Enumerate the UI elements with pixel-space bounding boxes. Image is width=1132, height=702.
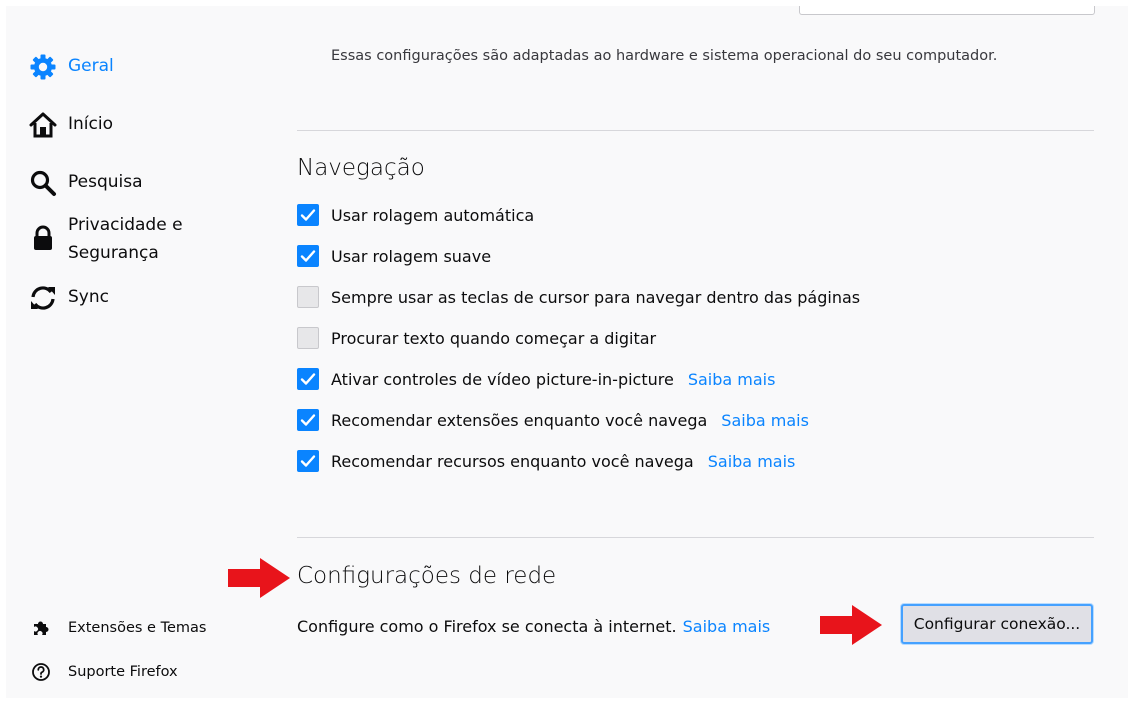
option-smooth-scroll[interactable]: Usar rolagem suave	[297, 243, 491, 269]
learn-more-link[interactable]: Saiba mais	[688, 370, 776, 389]
network-heading: Configurações de rede	[297, 563, 557, 589]
option-label: Ativar controles de vídeo picture-in-pic…	[331, 369, 674, 389]
preferences-page	[6, 6, 1128, 698]
option-recommend-features[interactable]: Recomendar recursos enquanto você navega…	[297, 448, 795, 474]
performance-description: Essas configurações são adaptadas ao har…	[331, 48, 998, 64]
sidebar-item-sync[interactable]: Sync	[28, 283, 109, 313]
gear-icon	[28, 52, 58, 82]
search-icon	[28, 168, 58, 198]
checkbox-checked[interactable]	[297, 368, 319, 390]
sidebar-item-general[interactable]: Geral	[28, 52, 114, 82]
sync-icon	[28, 283, 58, 313]
sidebar-item-support[interactable]: Suporte Firefox	[30, 661, 178, 683]
option-label: Recomendar recursos enquanto você navega	[331, 451, 694, 471]
option-recommend-extensions[interactable]: Recomendar extensões enquanto você naveg…	[297, 407, 809, 433]
configure-connection-button[interactable]: Configurar conexão...	[901, 604, 1093, 644]
home-icon	[28, 110, 58, 140]
checkbox-unchecked[interactable]	[297, 327, 319, 349]
network-description-row: Configure como o Firefox se conecta à in…	[297, 617, 770, 636]
puzzle-icon	[30, 617, 52, 639]
sidebar-item-label: Sync	[68, 287, 109, 307]
checkbox-unchecked[interactable]	[297, 286, 319, 308]
option-label: Usar rolagem suave	[331, 246, 492, 266]
sidebar-item-extensions[interactable]: Extensões e Temas	[30, 617, 206, 639]
sidebar-item-label: Suporte Firefox	[68, 664, 178, 680]
option-label: Recomendar extensões enquanto você naveg…	[331, 410, 708, 430]
sidebar-item-label: Geral	[68, 56, 114, 76]
option-autoscroll[interactable]: Usar rolagem automática	[297, 202, 534, 228]
sidebar-item-label: Privacidade e Segurança	[68, 215, 183, 263]
sidebar-item-label: Extensões e Temas	[68, 620, 207, 636]
checkbox-checked[interactable]	[297, 245, 319, 267]
option-label: Usar rolagem automática	[331, 205, 535, 225]
learn-more-link[interactable]: Saiba mais	[683, 617, 771, 636]
checkbox-checked[interactable]	[297, 450, 319, 472]
red-arrow-icon	[820, 605, 882, 645]
sidebar-item-label: Início	[68, 114, 113, 134]
checkbox-checked[interactable]	[297, 409, 319, 431]
network-description: Configure como o Firefox se conecta à in…	[297, 617, 677, 636]
checkbox-checked[interactable]	[297, 204, 319, 226]
option-picture-in-picture[interactable]: Ativar controles de vídeo picture-in-pic…	[297, 366, 775, 392]
option-label: Procurar texto quando começar a digitar	[331, 328, 657, 348]
sidebar-item-label: Pesquisa	[68, 172, 143, 192]
option-find-as-you-type[interactable]: Procurar texto quando começar a digitar	[297, 325, 656, 351]
divider	[297, 537, 1094, 538]
sidebar-item-search[interactable]: Pesquisa	[28, 168, 143, 198]
browsing-heading: Navegação	[297, 155, 425, 181]
divider	[297, 130, 1094, 131]
learn-more-link[interactable]: Saiba mais	[708, 452, 796, 471]
sidebar-item-home[interactable]: Início	[28, 110, 113, 140]
option-label: Sempre usar as teclas de cursor para nav…	[331, 287, 861, 307]
lock-icon	[28, 223, 58, 253]
help-icon	[30, 661, 52, 683]
sidebar-item-privacy[interactable]: Privacidade e Segurança	[28, 211, 208, 267]
search-preferences-input[interactable]	[799, 6, 1095, 15]
red-arrow-icon	[228, 558, 290, 598]
learn-more-link[interactable]: Saiba mais	[721, 411, 809, 430]
option-caret-browsing[interactable]: Sempre usar as teclas de cursor para nav…	[297, 284, 860, 310]
